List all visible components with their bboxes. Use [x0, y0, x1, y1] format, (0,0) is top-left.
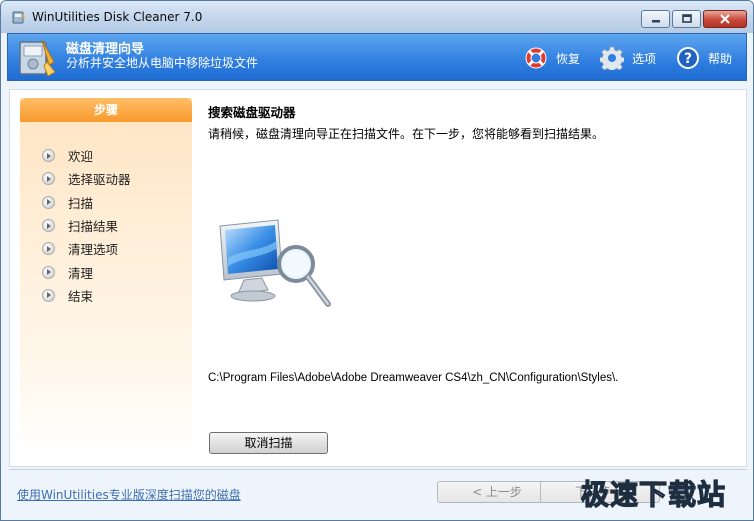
close-button[interactable]: [703, 10, 747, 28]
step-label: 结束: [68, 288, 94, 304]
maximize-button[interactable]: [672, 10, 701, 28]
close-icon: [720, 14, 730, 24]
page-title: 搜索磁盘驱动器: [208, 105, 296, 120]
steps-header: 步骤: [20, 98, 192, 122]
step-label: 扫描: [68, 195, 94, 211]
svg-text:?: ?: [684, 51, 692, 67]
step-list: 欢迎 选择驱动器 扫描 扫描结果 清理选项 清理 结束: [42, 144, 131, 307]
restore-label: 恢复: [555, 51, 580, 66]
step-item-scan-results: 扫描结果: [42, 214, 131, 237]
step-item-select-drive: 选择驱动器: [42, 167, 131, 190]
pro-scan-link[interactable]: 使用WinUtilities专业版深度扫描您的磁盘: [17, 486, 241, 503]
disk-cleaner-logo-icon: [19, 39, 56, 77]
scan-current-path: C:\Program Files\Adobe\Adobe Dreamweaver…: [208, 372, 619, 384]
step-label: 清理: [68, 265, 94, 281]
banner-actions: 恢复 选项 ? 帮助: [524, 46, 732, 70]
step-bullet-icon: [42, 265, 55, 279]
step-item-finish: 结束: [42, 284, 131, 307]
footer-divider: [9, 469, 747, 470]
header-banner: 磁盘清理向导 分析并安全地从电脑中移除垃圾文件 恢复 选项 ? 帮助: [7, 33, 747, 81]
step-label: 扫描结果: [68, 219, 119, 235]
step-bullet-icon: [42, 288, 55, 302]
step-bullet-icon: [42, 195, 55, 209]
banner-subtitle: 分析并安全地从电脑中移除垃圾文件: [66, 56, 259, 70]
window-title: WinUtilities Disk Cleaner 7.0: [32, 10, 203, 24]
step-item-scan: 扫描: [42, 191, 131, 214]
step-bullet-icon: [42, 242, 55, 256]
previous-button[interactable]: < 上一步: [437, 481, 557, 503]
help-button[interactable]: ? 帮助: [676, 46, 732, 70]
step-label: 清理选项: [68, 242, 119, 258]
maximize-icon: [681, 14, 692, 23]
steps-panel: 步骤 欢迎 选择驱动器 扫描 扫描结果 清理选项 清理 结束: [20, 98, 192, 456]
app-window: WinUtilities Disk Cleaner 7.0 磁盘清理向导 分析并…: [0, 0, 754, 521]
step-bullet-icon: [42, 172, 55, 186]
content-panel: 步骤 欢迎 选择驱动器 扫描 扫描结果 清理选项 清理 结束 搜索磁盘驱动器 请…: [9, 89, 747, 467]
monitor-magnifier-icon: [219, 219, 331, 307]
options-button[interactable]: 选项: [599, 46, 656, 70]
title-bar[interactable]: WinUtilities Disk Cleaner 7.0: [1, 1, 753, 33]
caption-buttons: [641, 10, 747, 28]
step-item-welcome: 欢迎: [42, 144, 131, 167]
page-description: 请稍候，磁盘清理向导正在扫描文件。在下一步，您将能够看到扫描结果。: [208, 127, 605, 141]
step-item-clean-options: 清理选项: [42, 237, 131, 260]
step-bullet-icon: [42, 219, 55, 233]
app-icon: [12, 11, 25, 24]
help-icon: ?: [676, 47, 699, 69]
step-item-clean: 清理: [42, 260, 131, 283]
step-label: 选择驱动器: [68, 172, 131, 188]
minimize-icon: [651, 20, 660, 23]
cancel-scan-button[interactable]: 取消扫描: [209, 432, 328, 454]
help-label: 帮助: [707, 51, 732, 66]
gear-icon: [599, 46, 624, 70]
step-bullet-icon: [42, 149, 55, 163]
restore-button[interactable]: 恢复: [524, 46, 580, 70]
step-label: 欢迎: [68, 149, 94, 165]
minimize-button[interactable]: [641, 10, 670, 28]
lifebuoy-icon: [525, 47, 547, 69]
watermark: 极速下载站: [580, 477, 727, 511]
options-label: 选项: [631, 51, 656, 66]
